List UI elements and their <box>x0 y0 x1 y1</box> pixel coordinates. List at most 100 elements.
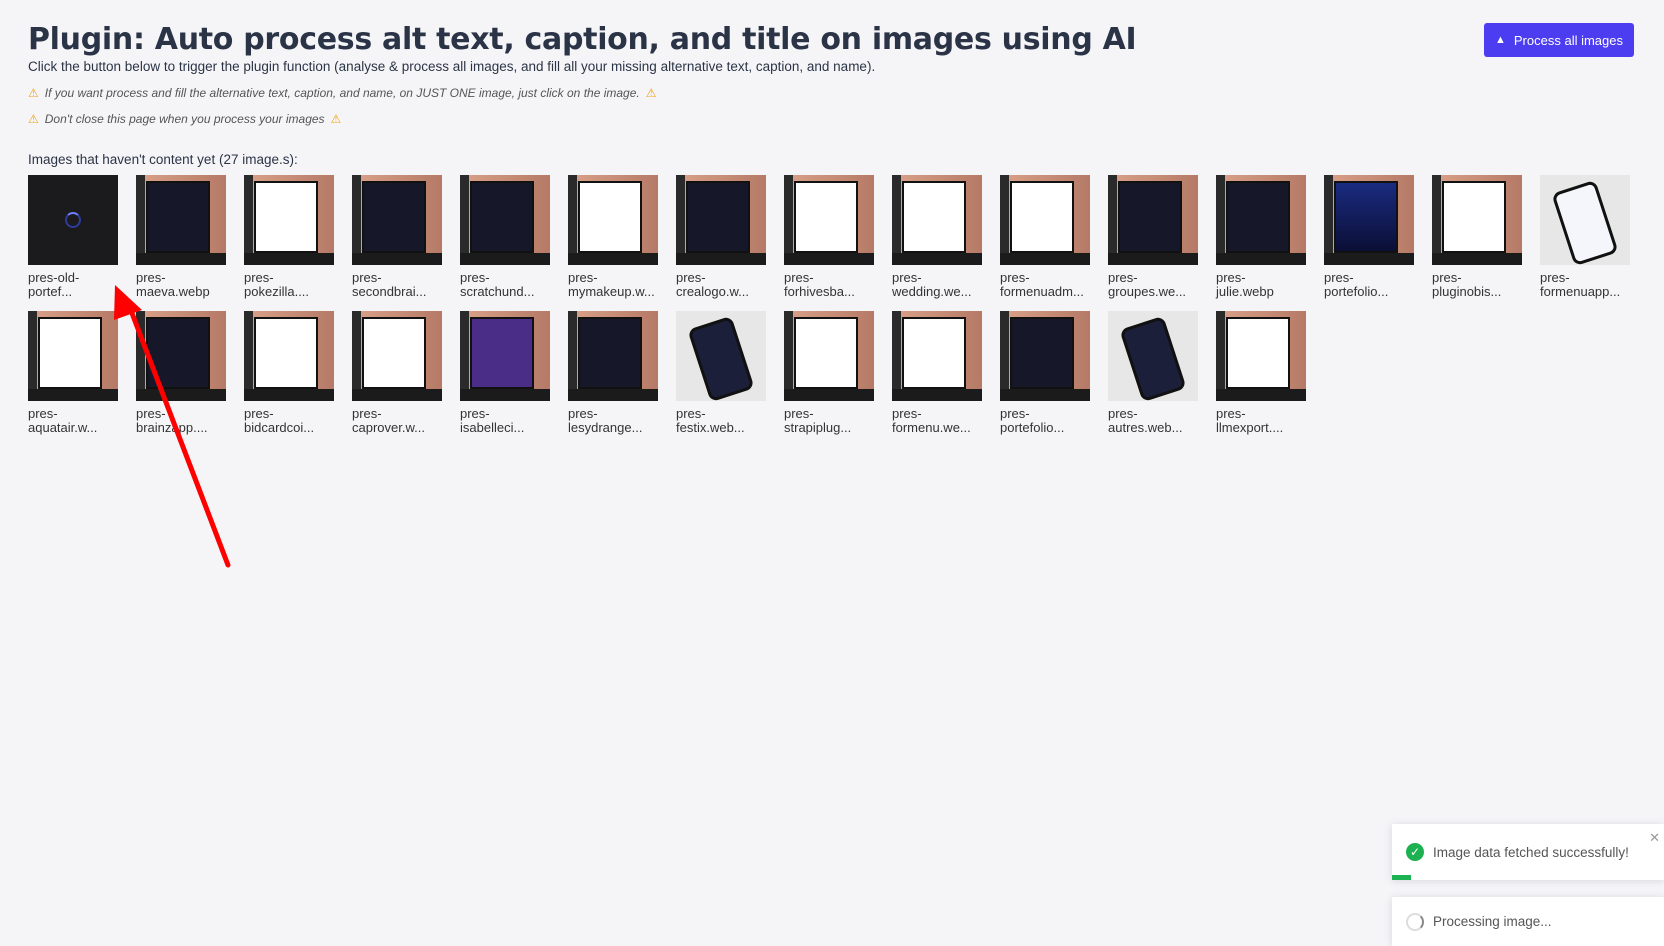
image-card[interactable]: pres- portefolio... <box>1000 311 1090 435</box>
image-card[interactable]: pres- groupes.we... <box>1108 175 1198 299</box>
image-filename: pres- llmexport.... <box>1216 406 1284 435</box>
image-thumbnail[interactable] <box>568 175 658 265</box>
image-card[interactable]: pres- autres.web... <box>1108 311 1198 435</box>
image-card[interactable]: pres- mymakeup.w... <box>568 175 658 299</box>
image-filename: pres- scratchund... <box>460 270 535 299</box>
image-card[interactable]: pres- strapiplug... <box>784 311 874 435</box>
image-filename: pres- mymakeup.w... <box>568 270 655 299</box>
image-thumbnail[interactable] <box>460 311 550 401</box>
image-thumbnail[interactable] <box>460 175 550 265</box>
thumbnail-screen <box>254 181 318 253</box>
thumbnail-screen <box>1226 317 1290 389</box>
image-thumbnail[interactable] <box>136 175 226 265</box>
image-filename: pres- formenu.we... <box>892 406 971 435</box>
image-thumbnail[interactable] <box>1540 175 1630 265</box>
image-filename: pres- autres.web... <box>1108 406 1183 435</box>
thumbnail-screen <box>1118 181 1182 253</box>
image-filename: pres- julie.webp <box>1216 270 1274 299</box>
thumbnail-keyboard <box>892 389 982 401</box>
image-card[interactable]: pres- portefolio... <box>1324 175 1414 299</box>
thumbnail-screen <box>902 181 966 253</box>
toast-progress-bar <box>1392 875 1412 880</box>
image-card[interactable]: pres- forhivesba... <box>784 175 874 299</box>
intro-text: Click the button below to trigger the pl… <box>28 59 876 74</box>
image-thumbnail[interactable] <box>352 311 442 401</box>
thumbnail-screen <box>146 181 210 253</box>
image-card[interactable]: pres- pluginobis... <box>1432 175 1522 299</box>
image-card[interactable]: pres- llmexport.... <box>1216 311 1306 435</box>
image-thumbnail[interactable] <box>1000 311 1090 401</box>
image-card[interactable]: pres- aquatair.w... <box>28 311 118 435</box>
image-thumbnail[interactable] <box>892 175 982 265</box>
thumbnail-keyboard <box>460 253 550 265</box>
close-icon[interactable]: ✕ <box>1649 830 1660 846</box>
image-thumbnail[interactable] <box>1432 175 1522 265</box>
image-thumbnail[interactable] <box>28 311 118 401</box>
image-filename: pres- bidcardcoi... <box>244 406 315 435</box>
image-thumbnail[interactable] <box>784 175 874 265</box>
check-icon: ✓ <box>1406 843 1424 861</box>
image-card[interactable]: pres- formenuapp... <box>1540 175 1630 299</box>
thumbnail-screen <box>1119 315 1187 401</box>
image-card[interactable]: pres- bidcardcoi... <box>244 311 334 435</box>
image-card[interactable]: pres- formenuadm... <box>1000 175 1090 299</box>
image-thumbnail[interactable] <box>568 311 658 401</box>
image-thumbnail[interactable] <box>1216 175 1306 265</box>
warning-dont-close: ⚠ Don't close this page when you process… <box>28 112 1638 126</box>
image-thumbnail[interactable] <box>676 311 766 401</box>
image-thumbnail[interactable] <box>244 311 334 401</box>
image-thumbnail[interactable] <box>1108 175 1198 265</box>
image-card[interactable]: pres- wedding.we... <box>892 175 982 299</box>
thumbnail-keyboard <box>1216 389 1306 401</box>
thumbnail-screen <box>1442 181 1506 253</box>
image-card[interactable]: pres- secondbrai... <box>352 175 442 299</box>
process-button-label: Process all images <box>1513 32 1623 48</box>
image-filename: pres- wedding.we... <box>892 270 972 299</box>
image-filename: pres-old- portef... <box>28 270 80 299</box>
image-card[interactable]: pres- pokezilla.... <box>244 175 334 299</box>
image-card[interactable]: pres- formenu.we... <box>892 311 982 435</box>
page-title: Plugin: Auto process alt text, caption, … <box>28 22 1137 57</box>
image-card[interactable]: pres- brainzapp.... <box>136 311 226 435</box>
image-filename: pres- crealogo.w... <box>676 270 749 299</box>
images-count-label: Images that haven't content yet (27 imag… <box>28 152 298 167</box>
image-thumbnail[interactable] <box>1324 175 1414 265</box>
spinner-icon <box>1406 912 1424 931</box>
thumbnail-keyboard <box>1432 253 1522 265</box>
image-card[interactable]: pres-old- portef... <box>28 175 118 299</box>
image-thumbnail[interactable] <box>28 175 118 265</box>
image-thumbnail[interactable] <box>784 311 874 401</box>
image-thumbnail[interactable] <box>892 311 982 401</box>
warning-single-image: ⚠ If you want process and fill the alter… <box>28 86 1638 100</box>
image-card[interactable]: pres- festix.web... <box>676 311 766 435</box>
image-thumbnail[interactable] <box>1108 311 1198 401</box>
thumbnail-screen <box>362 181 426 253</box>
image-thumbnail[interactable] <box>1216 311 1306 401</box>
image-thumbnail[interactable] <box>1000 175 1090 265</box>
image-card[interactable]: pres- isabelleci... <box>460 311 550 435</box>
image-card[interactable]: pres- caprover.w... <box>352 311 442 435</box>
process-all-images-button[interactable]: ▲ Process all images <box>1484 23 1634 57</box>
thumbnail-keyboard <box>568 253 658 265</box>
thumbnail-screen <box>470 317 534 389</box>
thumbnail-keyboard <box>244 253 334 265</box>
image-thumbnail[interactable] <box>136 311 226 401</box>
image-thumbnail[interactable] <box>352 175 442 265</box>
image-card[interactable]: pres- lesydrange... <box>568 311 658 435</box>
success-toast: ✓ Image data fetched successfully! ✕ <box>1392 824 1664 880</box>
warning-icon: ⚠ <box>645 86 657 100</box>
thumbnail-keyboard <box>1216 253 1306 265</box>
image-card[interactable]: pres- julie.webp <box>1216 175 1306 299</box>
thumbnail-screen <box>1226 181 1290 253</box>
image-card[interactable]: pres- scratchund... <box>460 175 550 299</box>
image-filename: pres- formenuadm... <box>1000 270 1084 299</box>
image-thumbnail[interactable] <box>676 175 766 265</box>
image-thumbnail[interactable] <box>244 175 334 265</box>
thumbnail-keyboard <box>1000 253 1090 265</box>
thumbnail-screen <box>687 315 755 401</box>
image-card[interactable]: pres- maeva.webp <box>136 175 226 299</box>
image-filename: pres- formenuapp... <box>1540 270 1621 299</box>
image-card[interactable]: pres- crealogo.w... <box>676 175 766 299</box>
thumbnail-keyboard <box>568 389 658 401</box>
thumbnail-screen <box>1551 179 1619 265</box>
